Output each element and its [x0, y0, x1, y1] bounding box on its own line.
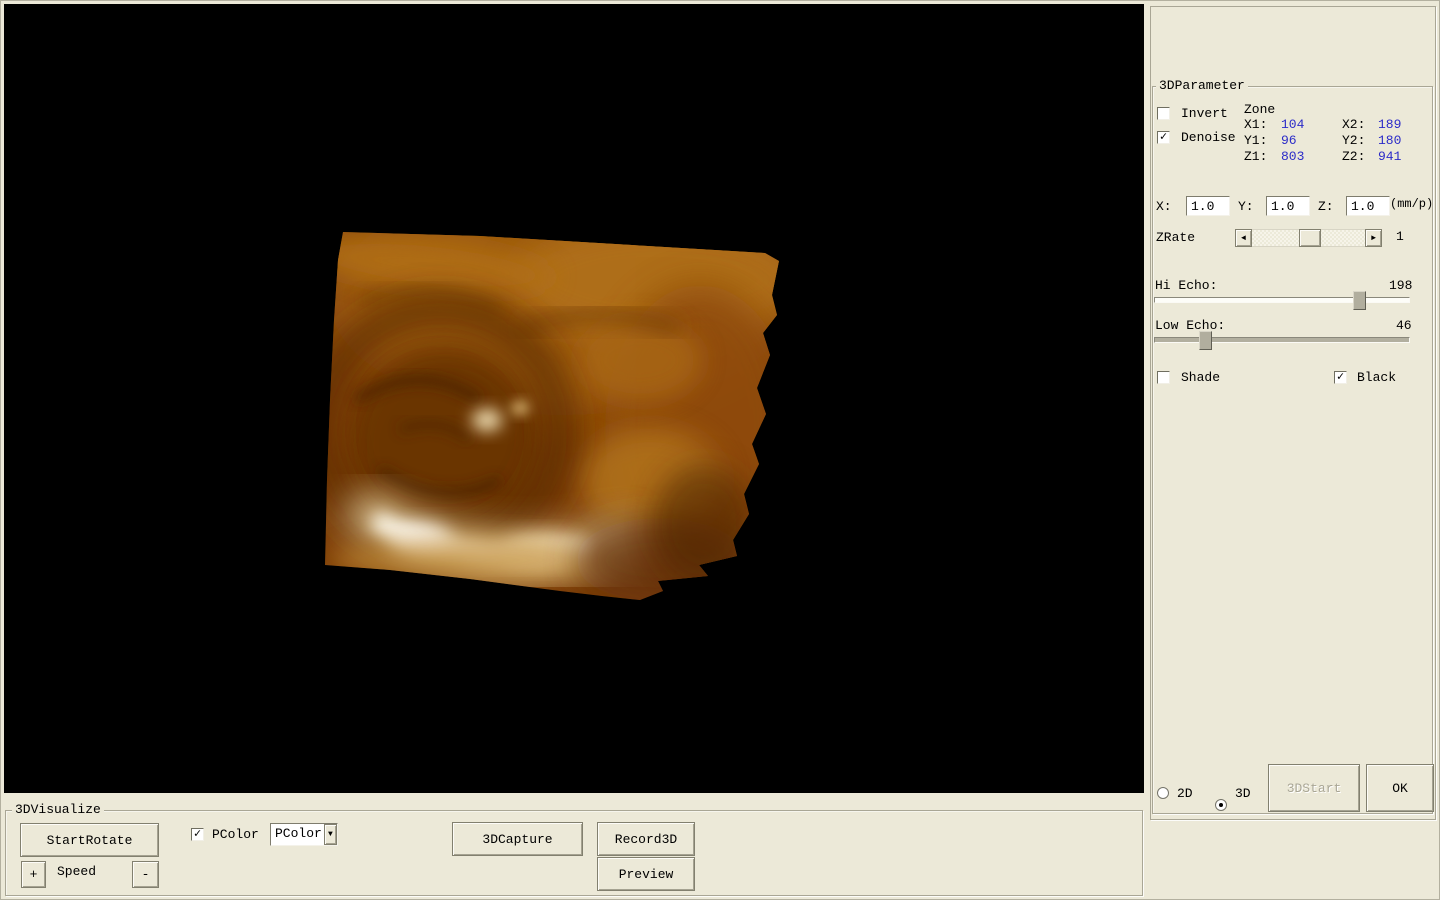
x-scale-label: X: [1156, 199, 1172, 214]
zone-z2-value: 941 [1378, 149, 1401, 164]
invert-label: Invert [1181, 106, 1228, 121]
denoise-label: Denoise [1181, 130, 1236, 145]
hi-echo-slider-track[interactable] [1154, 297, 1410, 303]
capture3d-button[interactable]: 3DCapture [452, 822, 583, 856]
zrate-scroll-left-button[interactable]: ◄ [1235, 229, 1252, 247]
x-scale-input[interactable] [1186, 196, 1230, 216]
zrate-scroll-thumb[interactable] [1299, 229, 1321, 247]
preview-button[interactable]: Preview [597, 857, 695, 891]
invert-checkbox[interactable] [1157, 107, 1170, 120]
zrate-value: 1 [1396, 229, 1404, 244]
check-icon: ✓ [194, 828, 201, 840]
black-checkbox[interactable]: ✓ [1334, 371, 1347, 384]
z-scale-label: Z: [1318, 199, 1334, 214]
zone-y1-label: Y1: [1244, 133, 1267, 148]
zone-title: Zone [1244, 102, 1275, 117]
black-label: Black [1357, 370, 1396, 385]
start-rotate-button[interactable]: StartRotate [20, 823, 159, 857]
low-echo-slider-track[interactable] [1154, 337, 1410, 343]
arrow-right-icon: ► [1371, 234, 1376, 243]
zone-y2-value: 180 [1378, 133, 1401, 148]
ultrasound-volume-render [4, 4, 1144, 793]
zone-x1-value: 104 [1281, 117, 1304, 132]
mode-3d-radio[interactable] [1215, 799, 1227, 811]
zone-y2-label: Y2: [1342, 133, 1365, 148]
mode-2d-radio[interactable] [1157, 787, 1169, 799]
speed-plus-button[interactable]: + [21, 861, 46, 888]
arrow-left-icon: ◄ [1241, 234, 1246, 243]
hi-echo-slider-thumb[interactable] [1353, 291, 1366, 310]
pcolor-checkbox-label: PColor [212, 827, 259, 842]
zone-x2-value: 189 [1378, 117, 1401, 132]
check-icon: ✓ [1160, 131, 1167, 143]
hi-echo-label: Hi Echo: [1155, 278, 1217, 293]
low-echo-value: 46 [1396, 318, 1412, 333]
render-viewport[interactable] [4, 4, 1144, 793]
zrate-scroll-right-button[interactable]: ► [1365, 229, 1382, 247]
zrate-scrollbar: ◄ ► [1235, 229, 1382, 247]
zone-x2-label: X2: [1342, 117, 1365, 132]
pcolor-dropdown-button[interactable]: ▼ [324, 824, 337, 845]
pcolor-dropdown[interactable]: PColor ▼ [270, 823, 338, 846]
pcolor-dropdown-value: PColor [271, 824, 324, 845]
low-echo-slider-thumb[interactable] [1199, 331, 1212, 350]
check-icon: ✓ [1337, 371, 1344, 383]
y-scale-input[interactable] [1266, 196, 1310, 216]
mode-2d-label: 2D [1177, 786, 1193, 801]
low-echo-label: Low Echo: [1155, 318, 1225, 333]
zone-z2-label: Z2: [1342, 149, 1365, 164]
speed-label: Speed [57, 864, 96, 879]
visualize-group-title: 3DVisualize [12, 803, 104, 817]
zone-x1-label: X1: [1244, 117, 1267, 132]
start3d-button[interactable]: 3DStart [1268, 764, 1360, 812]
pcolor-checkbox[interactable]: ✓ [191, 828, 204, 841]
chevron-down-icon: ▼ [328, 830, 333, 839]
speed-minus-button[interactable]: - [132, 861, 159, 888]
parameter-group-title: 3DParameter [1156, 79, 1248, 93]
shade-checkbox[interactable] [1157, 371, 1170, 384]
ok-button[interactable]: OK [1366, 764, 1434, 812]
shade-label: Shade [1181, 370, 1220, 385]
scale-unit-label: (mm/p) [1390, 197, 1433, 212]
app-window: 3DParameter Invert ✓ Denoise Zone X1: 10… [0, 0, 1440, 900]
hi-echo-value: 198 [1389, 278, 1412, 293]
zone-z1-value: 803 [1281, 149, 1304, 164]
record3d-button[interactable]: Record3D [597, 822, 695, 856]
y-scale-label: Y: [1238, 199, 1254, 214]
denoise-checkbox[interactable]: ✓ [1157, 131, 1170, 144]
zone-y1-value: 96 [1281, 133, 1297, 148]
mode-3d-label: 3D [1235, 786, 1251, 801]
zone-z1-label: Z1: [1244, 149, 1267, 164]
zrate-label: ZRate [1156, 230, 1195, 245]
z-scale-input[interactable] [1346, 196, 1390, 216]
